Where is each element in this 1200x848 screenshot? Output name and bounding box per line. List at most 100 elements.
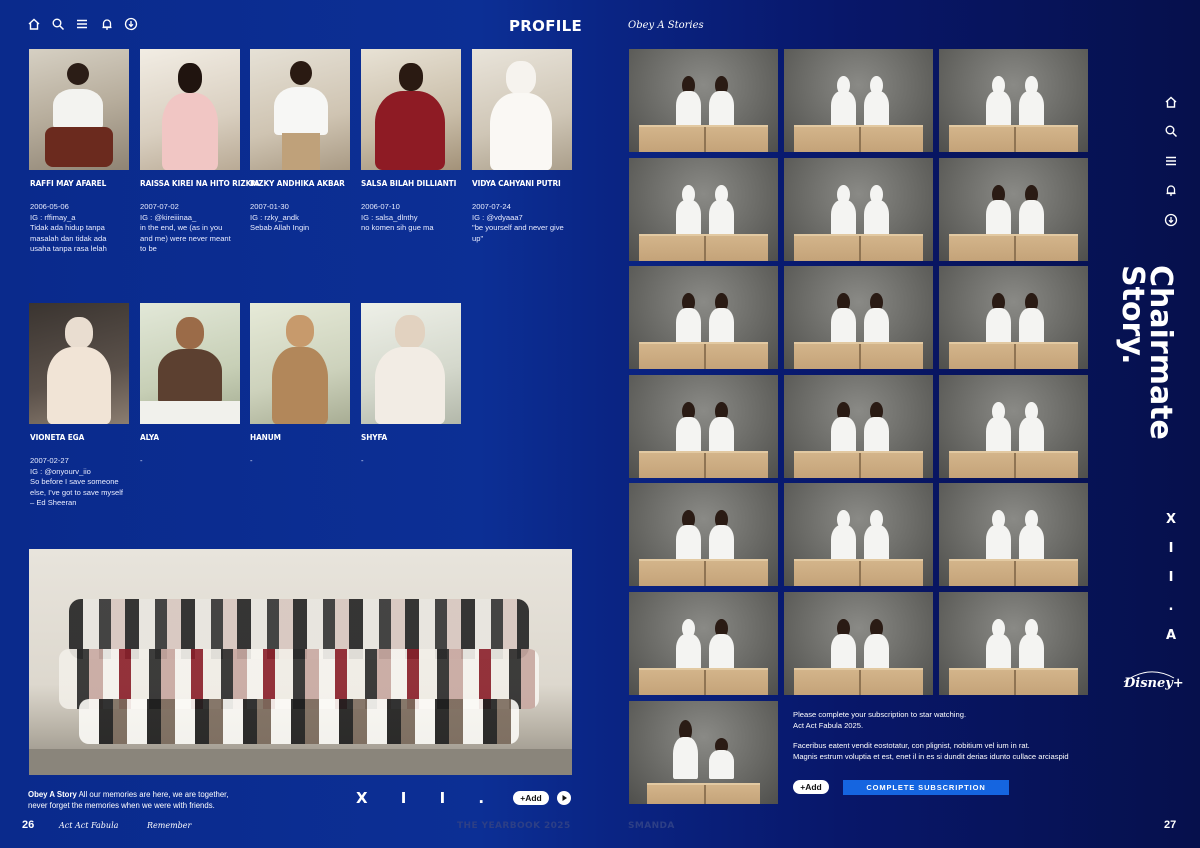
profile-info: 2006-07-10 IG : salsa_dlnthy no komen si… xyxy=(361,202,466,234)
menu-icon[interactable] xyxy=(75,17,89,31)
profile-instagram: IG : @vdyaaa7 xyxy=(472,212,523,222)
download-icon[interactable] xyxy=(124,17,138,31)
page-title: PROFILE xyxy=(509,17,583,35)
profile-birthdate: 2007-01-30 xyxy=(250,202,289,211)
profile-quote: Sebab Allah Ingin xyxy=(250,223,310,233)
profile-quote: Tidak ada hidup tanpa masalah dan tidak … xyxy=(30,223,107,254)
chairmate-photo[interactable] xyxy=(939,375,1088,478)
profile-name: RIZKY ANDHIKA AKBAR xyxy=(250,178,345,188)
chairmate-photo[interactable] xyxy=(939,266,1088,369)
profile-info: 2007-07-24 IG : @vdyaaa7 "be yourself an… xyxy=(472,202,577,244)
chairmate-photo[interactable] xyxy=(784,592,933,695)
group-caption: Obey A Story All our memories are here, … xyxy=(28,790,229,811)
profile-name: VIDYA CAHYANI PUTRI xyxy=(472,178,561,188)
profile-quote: "be yourself and never give up" xyxy=(472,223,564,243)
body-line2: Magnis estrum voluptia et est, enet il i… xyxy=(793,751,1069,761)
chairmate-photo[interactable] xyxy=(939,483,1088,586)
subscription-line1: Please complete your subscription to sta… xyxy=(793,710,967,719)
profile-info: 2006-05-06 IG : rffimay_a Tidak ada hidu… xyxy=(30,202,135,255)
profile-name: SHYFA xyxy=(361,432,388,442)
left-page-number: 26 xyxy=(22,819,35,831)
profile-quote: in the end, we (as in you and me) were n… xyxy=(140,223,231,254)
search-icon[interactable] xyxy=(51,17,65,31)
group-photo[interactable] xyxy=(29,549,572,775)
chairmate-photo[interactable] xyxy=(784,49,933,152)
profile-photo[interactable] xyxy=(29,303,129,424)
profile-instagram: IG : rffimay_a xyxy=(30,212,76,222)
profile-name: RAISSA KIREI NA HITO RIZKIA xyxy=(140,178,260,188)
profile-info: 2007-01-30 IG : rzky_andk Sebab Allah In… xyxy=(250,202,355,234)
profile-instagram: IG : rzky_andk xyxy=(250,212,299,222)
profile-birthdate: 2007-07-24 xyxy=(472,202,511,211)
chairmate-photo[interactable] xyxy=(629,158,778,261)
search-icon[interactable] xyxy=(1164,124,1178,138)
profile-photo[interactable] xyxy=(361,303,461,424)
chairmate-photo[interactable] xyxy=(784,266,933,369)
body-line1: Faceribus eatent vendit eostotatur, con … xyxy=(793,741,1030,750)
chairmate-photo[interactable] xyxy=(784,375,933,478)
disney-plus-logo: Disney+ xyxy=(1123,671,1184,691)
home-icon[interactable] xyxy=(27,17,41,31)
profile-quote: So before I save someone else, I've got … xyxy=(30,477,124,508)
profile-photo[interactable] xyxy=(250,49,350,170)
profile-info: - xyxy=(361,456,466,467)
bell-icon[interactable] xyxy=(100,17,114,31)
profile-quote: no komen sih gue ma xyxy=(361,223,434,233)
profile-instagram: IG : @kireiiinaa_ xyxy=(140,212,197,222)
home-icon[interactable] xyxy=(1164,95,1178,109)
profile-instagram: IG : @onyourv_iio xyxy=(30,466,91,476)
profile-photo[interactable] xyxy=(29,49,129,170)
play-icon[interactable] xyxy=(557,791,571,805)
brand-name: Obey A Stories xyxy=(628,20,704,31)
chairmate-photo[interactable] xyxy=(629,483,778,586)
chairmate-photo[interactable] xyxy=(784,483,933,586)
profile-photo[interactable] xyxy=(140,49,240,170)
chairmate-photo[interactable] xyxy=(629,49,778,152)
profile-birthdate: - xyxy=(361,456,364,465)
chairmate-photo[interactable] xyxy=(629,266,778,369)
complete-subscription-button[interactable]: COMPLETE SUBSCRIPTION xyxy=(843,780,1009,795)
chairmate-photo[interactable] xyxy=(784,158,933,261)
profile-birthdate: 2006-05-06 xyxy=(30,202,69,211)
footer-link[interactable]: Remember xyxy=(147,821,191,830)
subscription-text: Please complete your subscription to sta… xyxy=(793,710,1069,762)
chairmate-photo[interactable] xyxy=(629,592,778,695)
profile-info: - xyxy=(140,456,245,467)
profile-photo[interactable] xyxy=(250,303,350,424)
profile-photo[interactable] xyxy=(140,303,240,424)
vertical-title-line2: Story. xyxy=(1115,265,1150,365)
profile-birthdate: 2007-07-02 xyxy=(140,202,179,211)
add-button[interactable]: +Add xyxy=(513,791,549,805)
caption-title: Obey A Story xyxy=(28,790,77,799)
chairmate-photo[interactable] xyxy=(939,49,1088,152)
profile-info: 2007-07-02 IG : @kireiiinaa_ in the end,… xyxy=(140,202,245,255)
menu-icon[interactable] xyxy=(1164,154,1178,168)
profile-name: SALSA BILAH DILLIANTI xyxy=(361,178,457,188)
vertical-class-label: XII.A xyxy=(1165,512,1177,643)
chairmate-photo[interactable] xyxy=(629,701,778,804)
vertical-title: Chairmate Story. xyxy=(1115,265,1178,440)
profile-birthdate: - xyxy=(140,456,143,465)
profile-info: 2007-02-27 IG : @onyourv_iio So before I… xyxy=(30,456,135,509)
profile-photo[interactable] xyxy=(472,49,572,170)
add-button[interactable]: +Add xyxy=(793,780,829,794)
profile-name: HANUM xyxy=(250,432,281,442)
right-page-number: 27 xyxy=(1164,819,1177,831)
profile-birthdate: - xyxy=(250,456,253,465)
bell-icon[interactable] xyxy=(1164,183,1178,197)
chairmate-photo[interactable] xyxy=(939,158,1088,261)
profile-instagram: IG : salsa_dlnthy xyxy=(361,212,418,222)
chairmate-photo[interactable] xyxy=(939,592,1088,695)
footer-link[interactable]: Act Act Fabula xyxy=(59,821,118,830)
yearbook-label: THE YEARBOOK 2025 xyxy=(457,821,571,831)
caption-text: All our memories are here, we are togeth… xyxy=(76,790,229,799)
chairmate-photo[interactable] xyxy=(629,375,778,478)
profile-info: - xyxy=(250,456,355,467)
profile-name: RAFFI MAY AFAREL xyxy=(30,178,107,188)
profile-photo[interactable] xyxy=(361,49,461,170)
school-label: SMANDA xyxy=(628,821,675,831)
download-icon[interactable] xyxy=(1164,213,1178,227)
subscription-line2: Act Act Fabula 2025. xyxy=(793,720,864,730)
caption-text-line2: never forget the memories when we were w… xyxy=(28,800,215,810)
vertical-title-line1: Chairmate xyxy=(1143,265,1178,440)
